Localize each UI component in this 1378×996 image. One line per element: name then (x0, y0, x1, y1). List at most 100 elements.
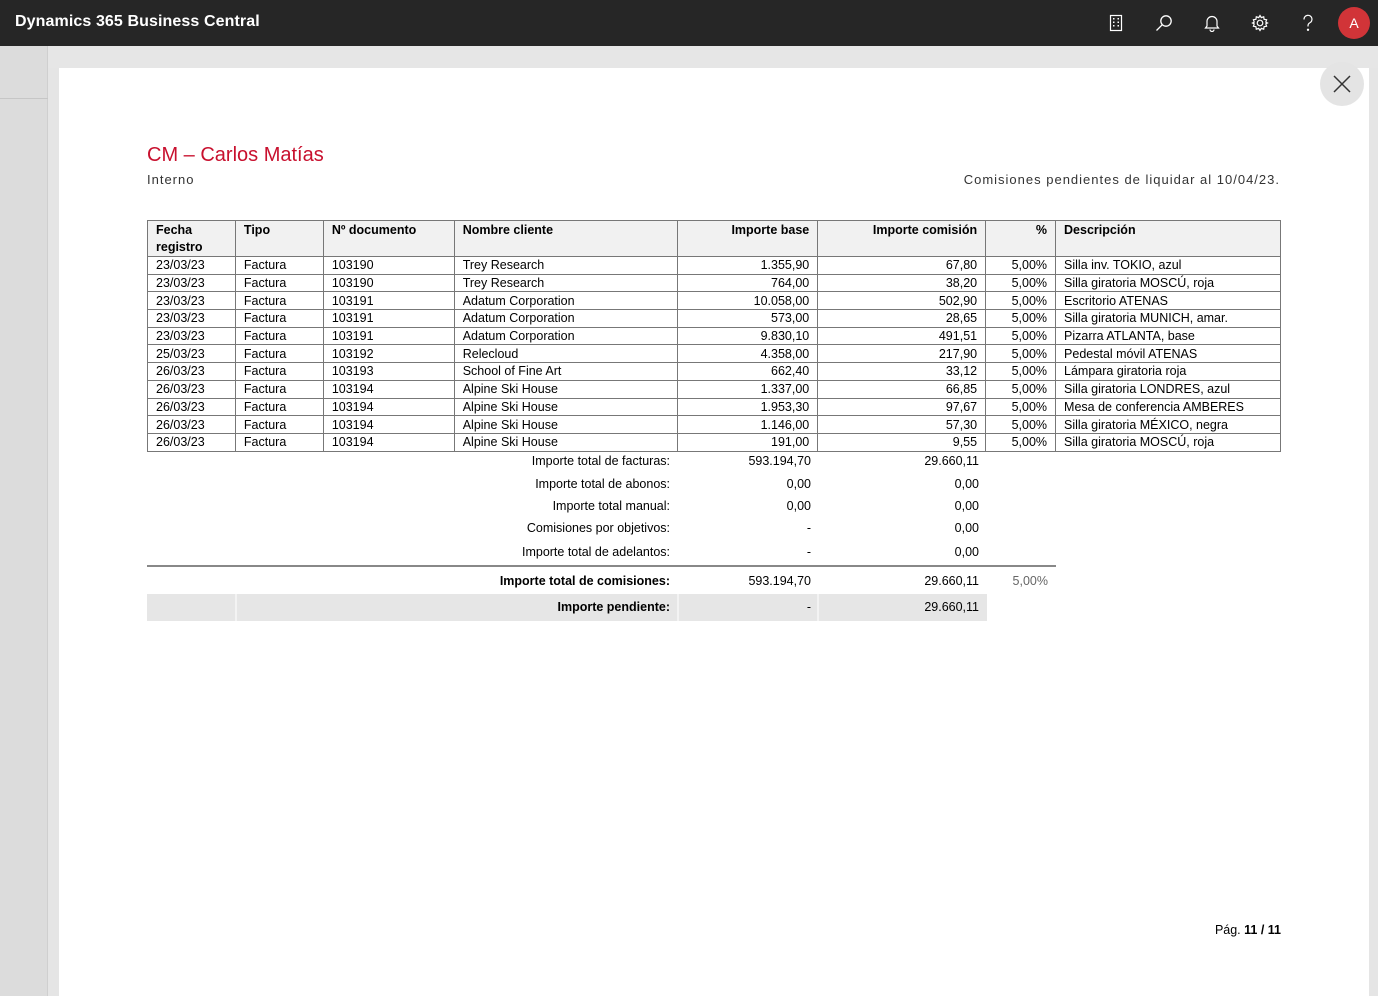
cell-base: 10.058,00 (677, 291, 819, 311)
cell-base: 764,00 (677, 273, 819, 293)
content-strip (48, 46, 1378, 68)
cell-tipo: Factura (234, 273, 324, 293)
col-header-importe-comision: Importe comisión (817, 220, 987, 257)
report-subtitle: Interno (147, 172, 195, 187)
summary-comision: 0,00 (954, 499, 979, 513)
bell-icon[interactable] (1188, 0, 1236, 46)
cell-base: 1.953,30 (677, 397, 819, 417)
cell-base: 1.337,00 (677, 379, 819, 399)
cell-cliente: Adatum Corporation (453, 309, 679, 328)
total-label: Importe total de comisiones: (499, 574, 670, 588)
table-row: 26/03/23 Factura 103194 Alpine Ski House 1.3… (147, 379, 1281, 399)
gutter-divider (0, 98, 48, 99)
page-number: Pág. 11 / 11 (1215, 923, 1281, 937)
pending-separator (677, 594, 679, 621)
cell-base: 573,00 (677, 309, 819, 328)
col-header-porcentaje: % (985, 220, 1057, 257)
summary-label: Importe total de facturas: (531, 454, 670, 468)
cell-tipo: Factura (234, 415, 324, 434)
cell-base: 662,40 (677, 362, 819, 381)
cell-fecha: 26/03/23 (147, 415, 236, 434)
cell-fecha: 23/03/23 (147, 256, 236, 275)
summary-label: Importe total de adelantos: (521, 545, 670, 559)
total-percent: 5,00% (1012, 574, 1048, 588)
cell-pct: 5,00% (985, 344, 1057, 364)
cell-base: 1.355,90 (677, 256, 819, 275)
cell-cliente: Alpine Ski House (453, 432, 679, 452)
summary-base: 593.194,70 (748, 454, 811, 468)
gear-icon[interactable] (1236, 0, 1284, 46)
cell-pct: 5,00% (985, 432, 1057, 452)
cell-fecha: 26/03/23 (147, 362, 236, 381)
cell-pct: 5,00% (985, 397, 1057, 417)
pending-label: Importe pendiente: (557, 600, 670, 614)
cell-desc: Escritorio ATENAS (1055, 291, 1281, 311)
app-title[interactable]: Dynamics 365 Business Central (15, 13, 260, 31)
summary-base: - (806, 545, 811, 559)
table-row: 23/03/23 Factura 103190 Trey Research 1.355,… (147, 256, 1281, 275)
pending-base: - (806, 600, 811, 614)
company-icon[interactable] (1092, 0, 1140, 46)
cell-tipo: Factura (234, 432, 324, 452)
col-header-documento: Nº documento (322, 220, 455, 257)
close-button[interactable] (1320, 62, 1364, 106)
cell-tipo: Factura (234, 309, 324, 328)
table-body: 23/03/23 Factura 103190 Trey Research 1.355,… (147, 256, 1281, 452)
col-header-descripcion: Descripción (1055, 220, 1281, 257)
cell-tipo: Factura (234, 379, 324, 399)
summary-label: Importe total de abonos: (535, 477, 670, 491)
commissions-table: Fecha registro Tipo Nº documento Nombre c… (147, 220, 1281, 452)
search-icon[interactable] (1140, 0, 1188, 46)
summary-base: 0,00 (786, 477, 811, 491)
table-row: 23/03/23 Factura 103191 Adatum Corporation 5… (147, 309, 1281, 328)
cell-desc: Silla giratoria MOSCÚ, roja (1055, 273, 1281, 293)
cell-cliente: Trey Research (453, 256, 679, 275)
cell-desc: Silla inv. TOKIO, azul (1055, 256, 1281, 275)
cell-fecha: 23/03/23 (147, 326, 236, 346)
cell-doc: 103194 (322, 415, 455, 434)
summary-comision: 0,00 (954, 521, 979, 535)
cell-desc: Pizarra ATLANTA, base (1055, 326, 1281, 346)
table-row: 25/03/23 Factura 103192 Relecloud 4.358,00 21… (147, 344, 1281, 364)
summary-comision: 0,00 (954, 477, 979, 491)
close-icon (1333, 75, 1351, 93)
cell-fecha: 23/03/23 (147, 291, 236, 311)
summary-comision: 29.660,11 (924, 454, 979, 468)
cell-tipo: Factura (234, 291, 324, 311)
col-header-cliente: Nombre cliente (453, 220, 679, 257)
cell-pct: 5,00% (985, 379, 1057, 399)
col-header-fecha: Fecha registro (147, 220, 236, 257)
cell-base: 1.146,00 (677, 415, 819, 434)
col-header-importe-base: Importe base (677, 220, 819, 257)
user-avatar[interactable]: A (1338, 7, 1370, 39)
cell-comision: 502,90 (817, 291, 987, 311)
cell-pct: 5,00% (985, 256, 1057, 275)
cell-base: 4.358,00 (677, 344, 819, 364)
cell-desc: Mesa de conferencia AMBERES (1055, 397, 1281, 417)
pending-separator (235, 594, 237, 621)
cell-tipo: Factura (234, 326, 324, 346)
cell-pct: 5,00% (985, 291, 1057, 311)
summary-label: Comisiones por objetivos: (526, 521, 670, 535)
top-bar-actions: A (1092, 0, 1378, 46)
cell-base: 191,00 (677, 432, 819, 452)
cell-cliente: Alpine Ski House (453, 379, 679, 399)
report-title: CM – Carlos Matías (147, 144, 324, 166)
cell-comision: 57,30 (817, 415, 987, 434)
cell-cliente: Relecloud (453, 344, 679, 364)
cell-doc: 103194 (322, 432, 455, 452)
cell-pct: 5,00% (985, 309, 1057, 328)
cell-comision: 67,80 (817, 256, 987, 275)
cell-comision: 491,51 (817, 326, 987, 346)
cell-pct: 5,00% (985, 326, 1057, 346)
pending-comision: 29.660,11 (924, 600, 979, 614)
cell-comision: 217,90 (817, 344, 987, 364)
total-base: 593.194,70 (748, 574, 811, 588)
cell-doc: 103192 (322, 344, 455, 364)
help-icon[interactable] (1284, 0, 1332, 46)
cell-doc: 103190 (322, 273, 455, 293)
summary-label: Importe total manual: (552, 499, 670, 513)
table-header-row: Fecha registro Tipo Nº documento Nombre c… (147, 220, 1281, 257)
cell-doc: 103191 (322, 326, 455, 346)
page-count: 11 / 11 (1244, 923, 1281, 937)
